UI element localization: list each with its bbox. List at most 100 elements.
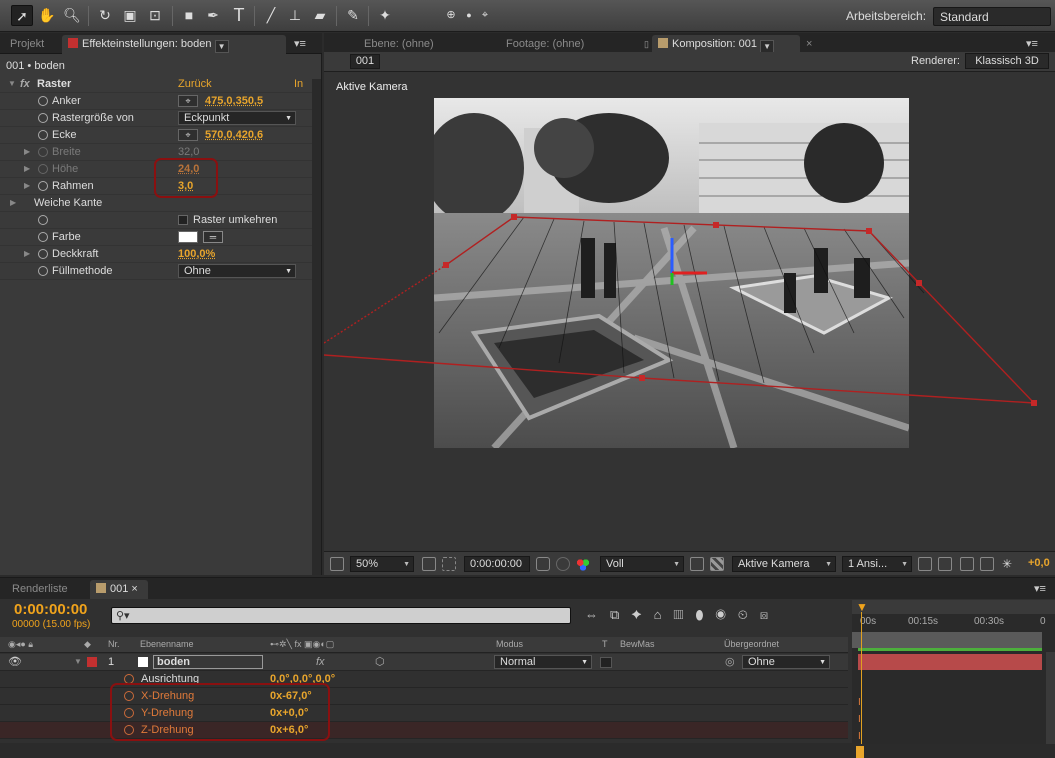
3d-layer-icon[interactable]: ⬡ — [375, 654, 385, 670]
row-grid-size: Rastergröße von Eckpunkt — [0, 110, 312, 127]
panel-menu-icon[interactable]: ▾≡ — [288, 35, 312, 54]
tab-render-queue[interactable]: Renderliste — [6, 580, 74, 599]
flowchart-icon[interactable] — [980, 557, 994, 571]
rotate-tool-icon[interactable]: ↻ — [94, 5, 116, 26]
draft-3d-icon[interactable] — [938, 557, 952, 571]
brush-tool-icon[interactable]: ╱ — [260, 5, 282, 26]
clone-stamp-tool-icon[interactable]: ⊥ — [284, 5, 306, 26]
blend-mode-select[interactable]: Ohne — [178, 264, 296, 278]
eyedropper-icon[interactable]: ═ — [203, 231, 223, 243]
disclosure-triangle-icon[interactable]: ▶ — [24, 144, 30, 160]
grid-size-select[interactable]: Eckpunkt — [178, 111, 296, 125]
puppet-tool-icon[interactable]: ✦ — [374, 5, 396, 26]
show-snapshot-icon[interactable] — [556, 557, 570, 571]
work-area-bar[interactable] — [852, 600, 1055, 614]
eye-icon[interactable]: 👁︎ — [8, 654, 22, 670]
fast-previews-icon[interactable] — [690, 557, 704, 571]
crosshair-icon[interactable]: ⌖ — [178, 95, 198, 107]
scrollbar[interactable] — [312, 79, 321, 575]
keyframe-icon[interactable]: I — [858, 731, 861, 742]
pan-behind-tool-icon[interactable]: ⊡ — [144, 5, 166, 26]
anchor-value[interactable]: 475,0,350,5 — [205, 93, 263, 109]
tab-project[interactable]: Projekt — [4, 35, 50, 54]
disclosure-triangle-icon[interactable]: ▶ — [24, 161, 30, 177]
keyframe-icon[interactable] — [856, 746, 864, 758]
camera-tool-icon[interactable]: ▣ — [119, 5, 141, 26]
preserve-transparency-checkbox[interactable] — [600, 657, 612, 668]
grid-guides-icon[interactable] — [422, 557, 436, 571]
time-ruler[interactable]: 00s 00:15s 00:30s 0 ▼ I I I — [852, 600, 1055, 758]
layer-search-input[interactable]: ⚲▾ — [111, 607, 571, 624]
reset-link[interactable]: Zurück — [178, 76, 212, 92]
stopwatch-icon[interactable] — [38, 232, 48, 242]
keyframe-icon[interactable]: I — [858, 697, 861, 708]
tab-effect-controls[interactable]: Effekteinstellungen: boden ▼ — [62, 35, 286, 54]
color-swatch[interactable] — [178, 231, 198, 243]
about-link[interactable]: In — [294, 76, 303, 92]
tab-timeline-comp[interactable]: 001 × — [90, 580, 148, 599]
stopwatch-icon[interactable] — [38, 164, 48, 174]
disclosure-triangle-icon[interactable]: ▶ — [24, 178, 30, 194]
pickwhip-icon[interactable]: ◎ — [725, 654, 735, 670]
effect-header[interactable]: ▼ fx Raster Zurück In — [0, 76, 312, 93]
exposure-icon[interactable]: ✳ — [1002, 557, 1016, 571]
zoom-tool-icon[interactable]: 🔍︎ — [61, 5, 83, 26]
views-layout-select[interactable]: 1 Ansi... — [842, 556, 912, 572]
fx-icon[interactable]: fx — [20, 76, 30, 92]
stopwatch-icon[interactable] — [38, 113, 48, 123]
always-preview-icon[interactable] — [330, 557, 344, 571]
timeline-tab-bar: Renderliste 001 × ▾≡ — [0, 578, 1055, 599]
fx-switch-icon[interactable]: fx — [316, 654, 325, 670]
scrollbar[interactable] — [1046, 652, 1055, 744]
stopwatch-icon[interactable] — [38, 249, 48, 259]
transparency-grid-icon[interactable] — [710, 557, 724, 571]
timeline-timecode[interactable]: 0:00:00:00 — [14, 601, 87, 618]
camera-view-select[interactable]: Aktive Kamera — [732, 556, 836, 572]
text-tool-icon[interactable]: T — [228, 5, 250, 26]
hand-tool-icon[interactable]: ✋ — [36, 5, 58, 26]
invert-checkbox[interactable] — [178, 215, 188, 225]
label-color-swatch[interactable] — [87, 657, 97, 667]
timeline-switches-icons[interactable]: ⇔⧉✦⌂▥⬮◉⏲⧇ — [585, 607, 780, 623]
roto-brush-tool-icon[interactable]: ✎ — [342, 5, 364, 26]
exposure-value[interactable]: +0,0 — [1028, 557, 1050, 569]
disclosure-triangle-icon[interactable]: ▼ — [74, 654, 82, 670]
selection-tool-icon[interactable]: ➚ — [11, 5, 33, 26]
eraser-tool-icon[interactable]: ▰ — [309, 5, 331, 26]
resolution-select[interactable]: Voll — [600, 556, 684, 572]
channel-icon[interactable] — [576, 557, 590, 571]
toggle-pixel-aspect-icon[interactable] — [918, 557, 932, 571]
pen-tool-icon[interactable]: ✒ — [202, 5, 224, 26]
timeline-icon[interactable] — [960, 557, 974, 571]
stopwatch-icon[interactable] — [38, 266, 48, 276]
disclosure-triangle-icon[interactable]: ▶ — [24, 246, 30, 262]
rectangle-tool-icon[interactable]: ■ — [178, 5, 200, 26]
stopwatch-icon[interactable] — [38, 130, 48, 140]
keyframe-icon[interactable]: I — [858, 714, 861, 725]
stopwatch-icon[interactable] — [38, 181, 48, 191]
workspace-select[interactable]: Standard — [933, 7, 1051, 26]
blend-mode-select[interactable]: Normal — [494, 655, 592, 669]
crosshair-icon[interactable]: ⌖ — [178, 129, 198, 141]
comp-viewer-bar: 50% 0:00:00:00 Voll Aktive Kamera 1 Ansi… — [324, 551, 1055, 575]
stopwatch-icon[interactable] — [38, 215, 48, 225]
layer-row[interactable]: 👁︎ ▼ 1 boden fx ⬡ Normal ◎ Ohne — [0, 654, 848, 671]
stopwatch-icon[interactable] — [38, 96, 48, 106]
lock-icon — [68, 38, 78, 48]
panel-menu-icon[interactable]: ▾≡ — [1028, 580, 1052, 599]
corner-value[interactable]: 570,0,420,6 — [205, 127, 263, 143]
layer-duration-bar[interactable] — [858, 654, 1042, 670]
stopwatch-icon[interactable] — [38, 147, 48, 157]
disclosure-triangle-icon[interactable]: ▼ — [8, 76, 16, 92]
region-of-interest-icon[interactable] — [442, 557, 456, 571]
axis-view-icon[interactable]: ⌖ — [474, 5, 496, 26]
chevron-down-icon[interactable]: ▼ — [214, 40, 229, 53]
timecode-display[interactable]: 0:00:00:00 — [464, 556, 530, 572]
parent-select[interactable]: Ohne — [742, 655, 830, 669]
axis-gizmo[interactable] — [670, 238, 707, 285]
opacity-value[interactable]: 100,0% — [178, 246, 215, 262]
zoom-select[interactable]: 50% — [350, 556, 414, 572]
disclosure-triangle-icon[interactable]: ▶ — [10, 195, 16, 211]
layer-name[interactable]: boden — [153, 655, 263, 669]
camera-snapshot-icon[interactable] — [536, 557, 550, 571]
